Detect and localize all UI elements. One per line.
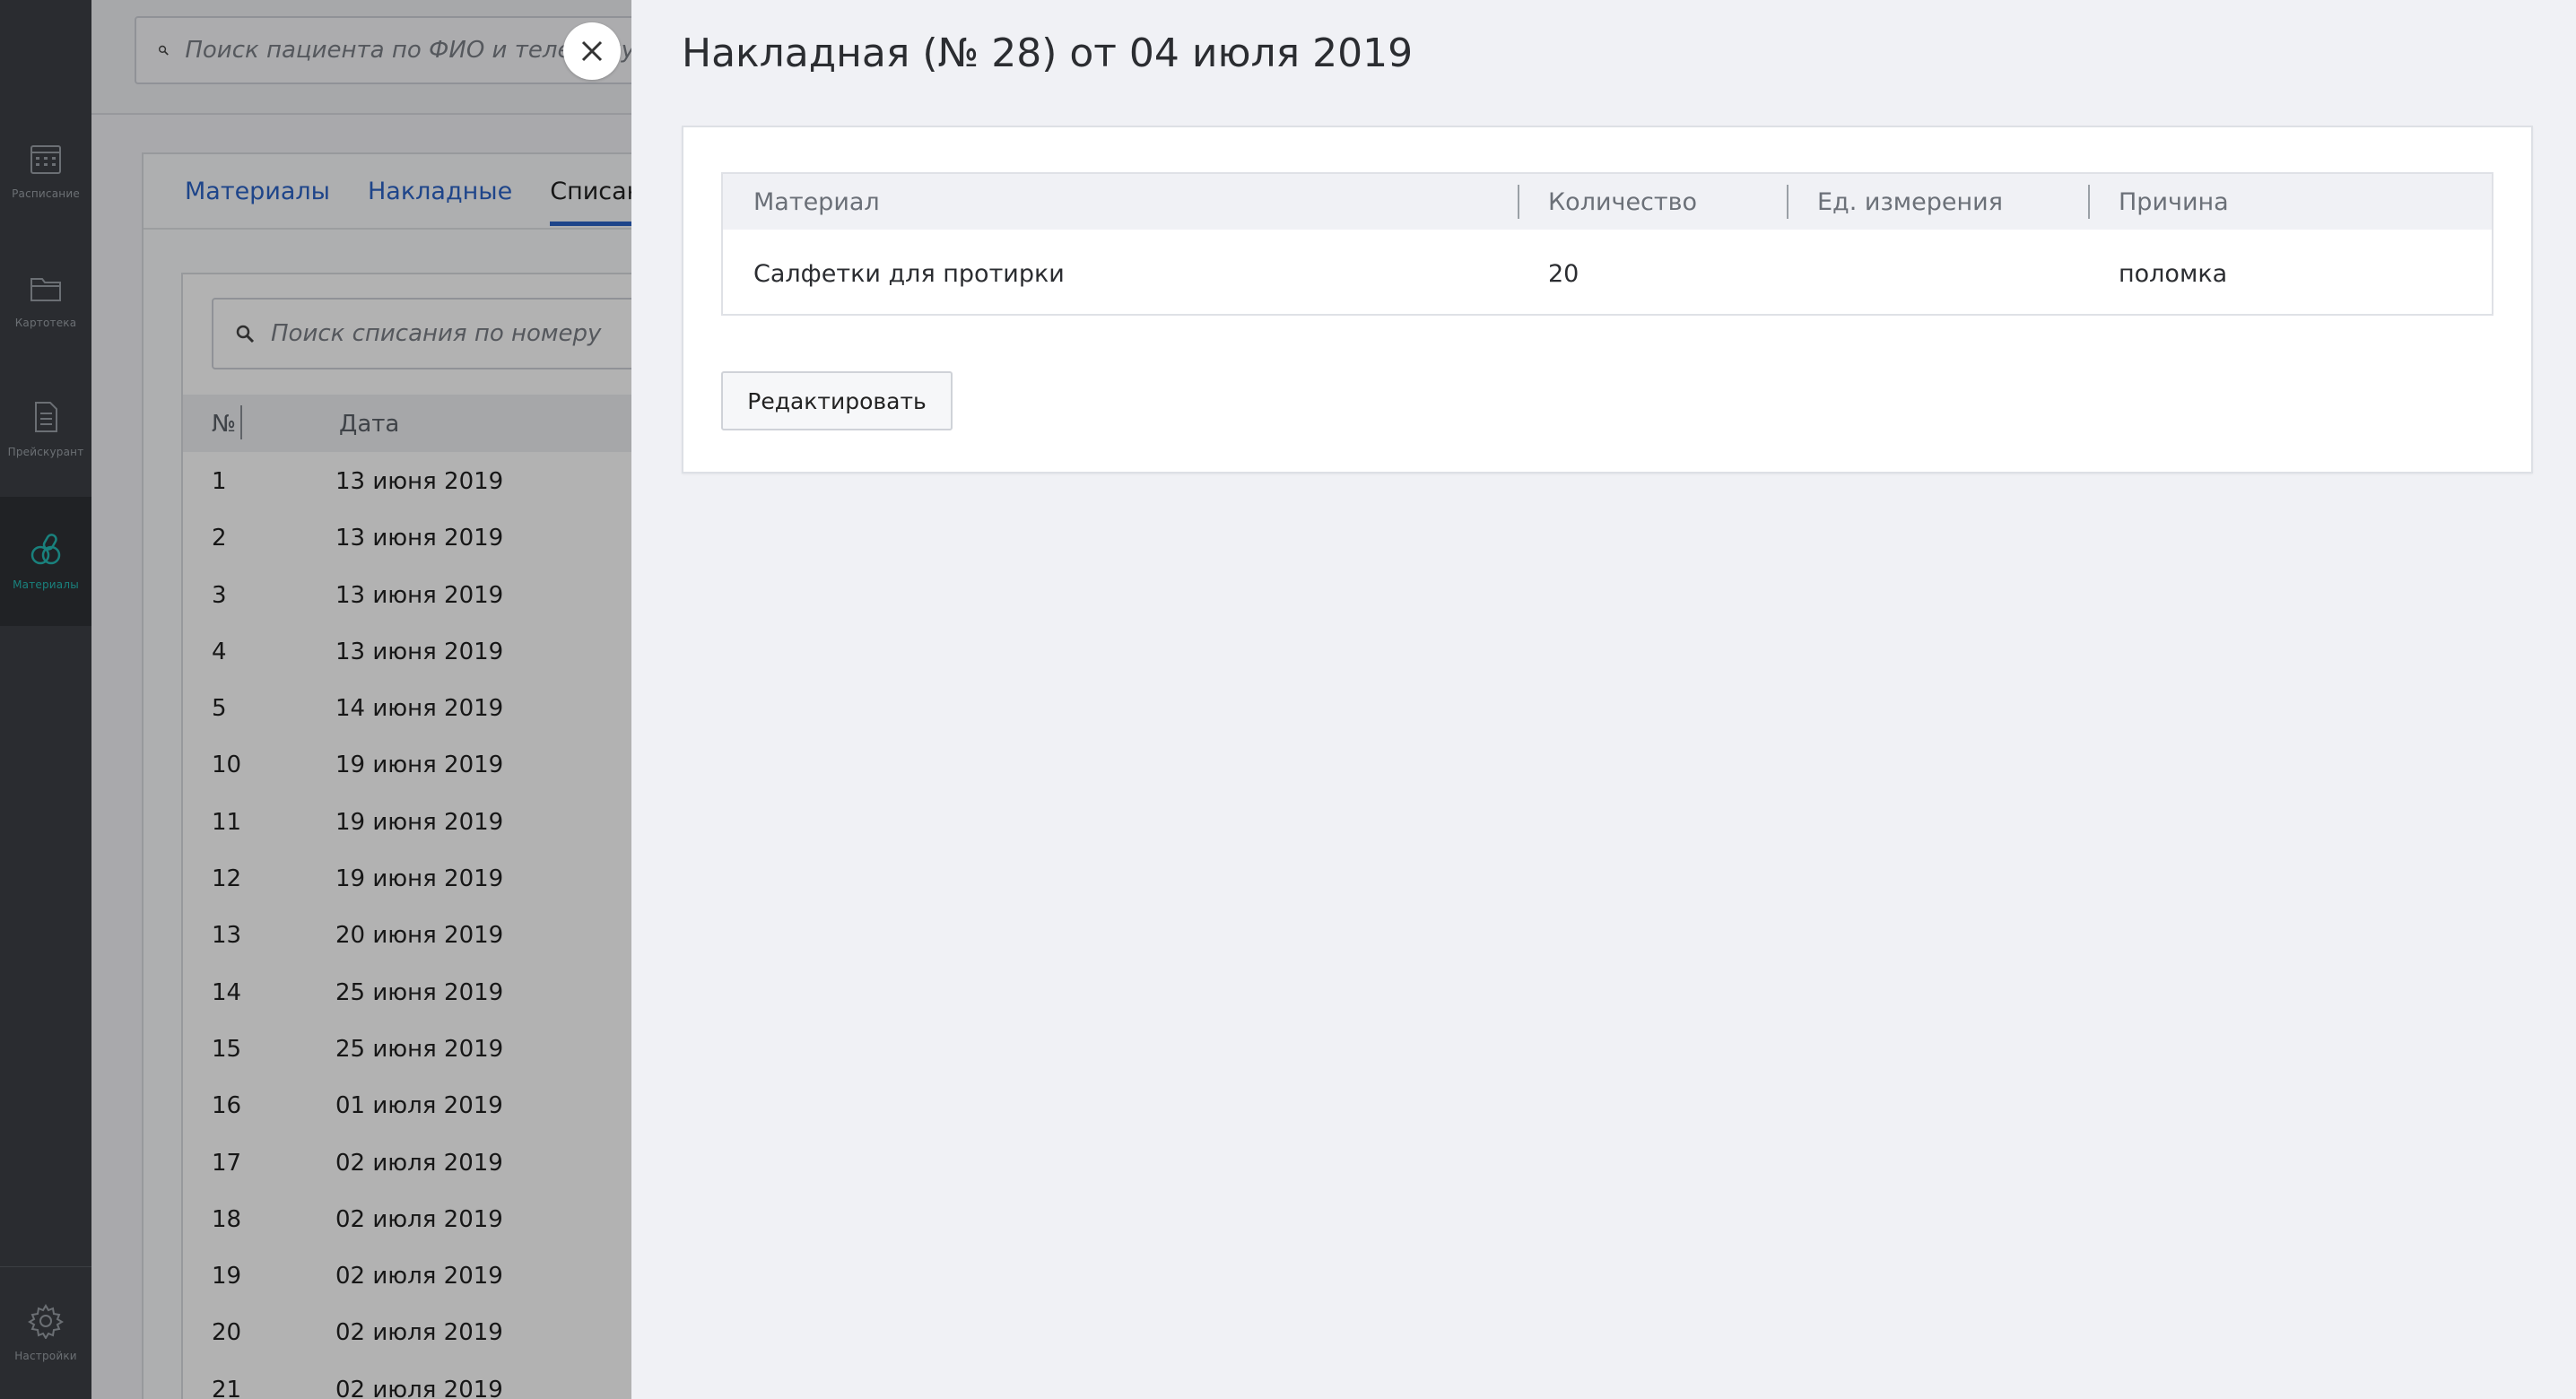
cell-material: Салфетки для протирки — [753, 260, 1065, 288]
close-icon — [581, 40, 603, 62]
invoice-card: Материал Количество Ед. измерения Причин… — [682, 126, 2533, 474]
page-title: Накладная (№ 28) от 04 июля 2019 — [682, 30, 1414, 76]
edit-button[interactable]: Редактировать — [721, 371, 953, 430]
column-header-unit: Ед. измерения — [1817, 188, 2003, 216]
column-header-reason: Причина — [2119, 188, 2229, 216]
invoice-panel: Накладная (№ 28) от 04 июля 2019 Материа… — [631, 0, 2576, 1399]
table-header: Материал Количество Ед. измерения Причин… — [723, 174, 2492, 230]
column-resize-handle[interactable] — [1787, 185, 1788, 219]
close-button[interactable] — [563, 22, 621, 80]
modal-overlay[interactable] — [0, 0, 631, 1399]
column-resize-handle[interactable] — [1518, 185, 1519, 219]
column-header-quantity: Количество — [1548, 188, 1698, 216]
invoice-table: Материал Количество Ед. измерения Причин… — [721, 172, 2493, 316]
cell-reason: поломка — [2119, 260, 2228, 288]
column-header-material: Материал — [753, 188, 880, 216]
cell-quantity: 20 — [1548, 260, 1580, 288]
column-resize-handle[interactable] — [2088, 185, 2090, 219]
